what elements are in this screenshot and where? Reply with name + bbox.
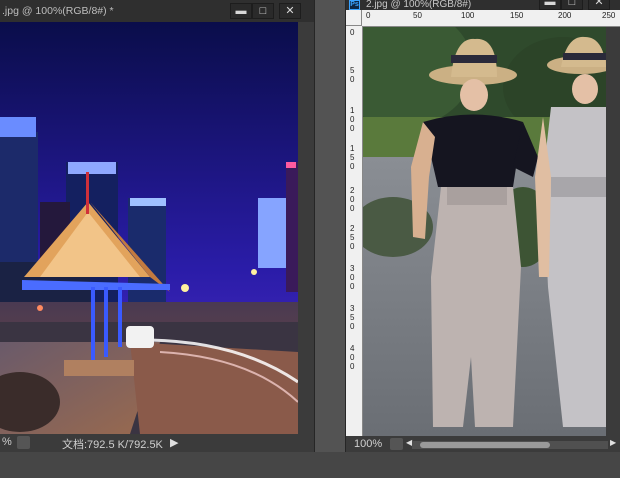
status-arrow-icon[interactable]: ▶ (170, 436, 178, 449)
ruler-h-label: 200 (558, 11, 572, 20)
ruler-v-label: 4 0 0 (350, 344, 355, 371)
ruler-h-label: 150 (510, 11, 524, 20)
zoom-level[interactable]: 100% (354, 438, 382, 450)
window-1-status-bar: % 文档:792.5 K/792.5K ▶ (0, 434, 314, 452)
window-1-title: .jpg @ 100%(RGB/8#) * (2, 5, 114, 17)
horizontal-scrollbar[interactable] (412, 441, 608, 449)
photoshop-icon: Ps (349, 0, 360, 10)
window-2-title: 2.jpg @ 100%(RGB/8#) (366, 0, 472, 10)
ruler-v-label: 3 0 0 (350, 264, 355, 291)
ruler-v-label: 0 (350, 28, 355, 37)
workspace-bottom (0, 452, 620, 478)
ruler-origin[interactable] (346, 10, 362, 26)
status-menu-icon[interactable] (17, 436, 30, 449)
ruler-v-label: 2 5 0 (350, 224, 355, 251)
ruler-h-label: 250 (602, 11, 616, 20)
document-window-2: Ps 2.jpg @ 100%(RGB/8#) ▬ □ ✕ 0 50 100 150 2… (345, 0, 620, 452)
ruler-h-label: 0 (366, 11, 371, 20)
night-city-photo (0, 22, 298, 434)
ruler-v-label: 5 0 (350, 66, 355, 84)
close-button[interactable]: ✕ (279, 3, 301, 19)
window-2-vertical-scrollbar[interactable] (606, 27, 620, 436)
horizontal-ruler[interactable]: 0 50 100 150 200 250 (362, 10, 620, 27)
night-city-image[interactable] (0, 22, 298, 434)
ruler-h-label: 100 (461, 11, 475, 20)
ruler-v-label: 1 5 0 (350, 144, 355, 171)
zoom-level[interactable]: % (2, 436, 12, 448)
document-window-1: .jpg @ 100%(RGB/8#) * ▬ □ ✕ % 文档:792.5 K… (0, 0, 315, 452)
window-2-status-bar: 100% ◀ ▶ (346, 436, 620, 452)
close-button[interactable]: ✕ (588, 0, 610, 10)
scroll-right-icon[interactable]: ▶ (610, 438, 616, 447)
window-2-titlebar[interactable]: Ps 2.jpg @ 100%(RGB/8#) ▬ □ ✕ (346, 0, 620, 10)
ruler-v-label: 1 0 0 (350, 106, 355, 133)
minimize-button[interactable]: ▬ (539, 0, 561, 10)
ruler-v-label: 2 0 0 (350, 186, 355, 213)
ruler-v-label: 3 5 0 (350, 304, 355, 331)
window-1-titlebar[interactable]: .jpg @ 100%(RGB/8#) * ▬ □ ✕ (0, 0, 314, 22)
ruler-h-label: 50 (413, 11, 422, 20)
minimize-button[interactable]: ▬ (230, 3, 252, 19)
window-1-vertical-scrollbar[interactable] (298, 22, 314, 434)
scrollbar-thumb[interactable] (420, 442, 550, 448)
vertical-ruler[interactable]: 0 5 0 1 0 0 1 5 0 2 0 0 2 5 0 3 0 0 3 5 0 4 0 0 (346, 26, 363, 436)
document-size: 文档:792.5 K/792.5K (62, 439, 163, 451)
restore-button[interactable]: □ (252, 3, 274, 19)
status-menu-icon[interactable] (390, 438, 403, 450)
restore-button[interactable]: □ (561, 0, 583, 10)
fashion-photo (363, 27, 606, 436)
fashion-photo-image[interactable] (363, 27, 606, 436)
